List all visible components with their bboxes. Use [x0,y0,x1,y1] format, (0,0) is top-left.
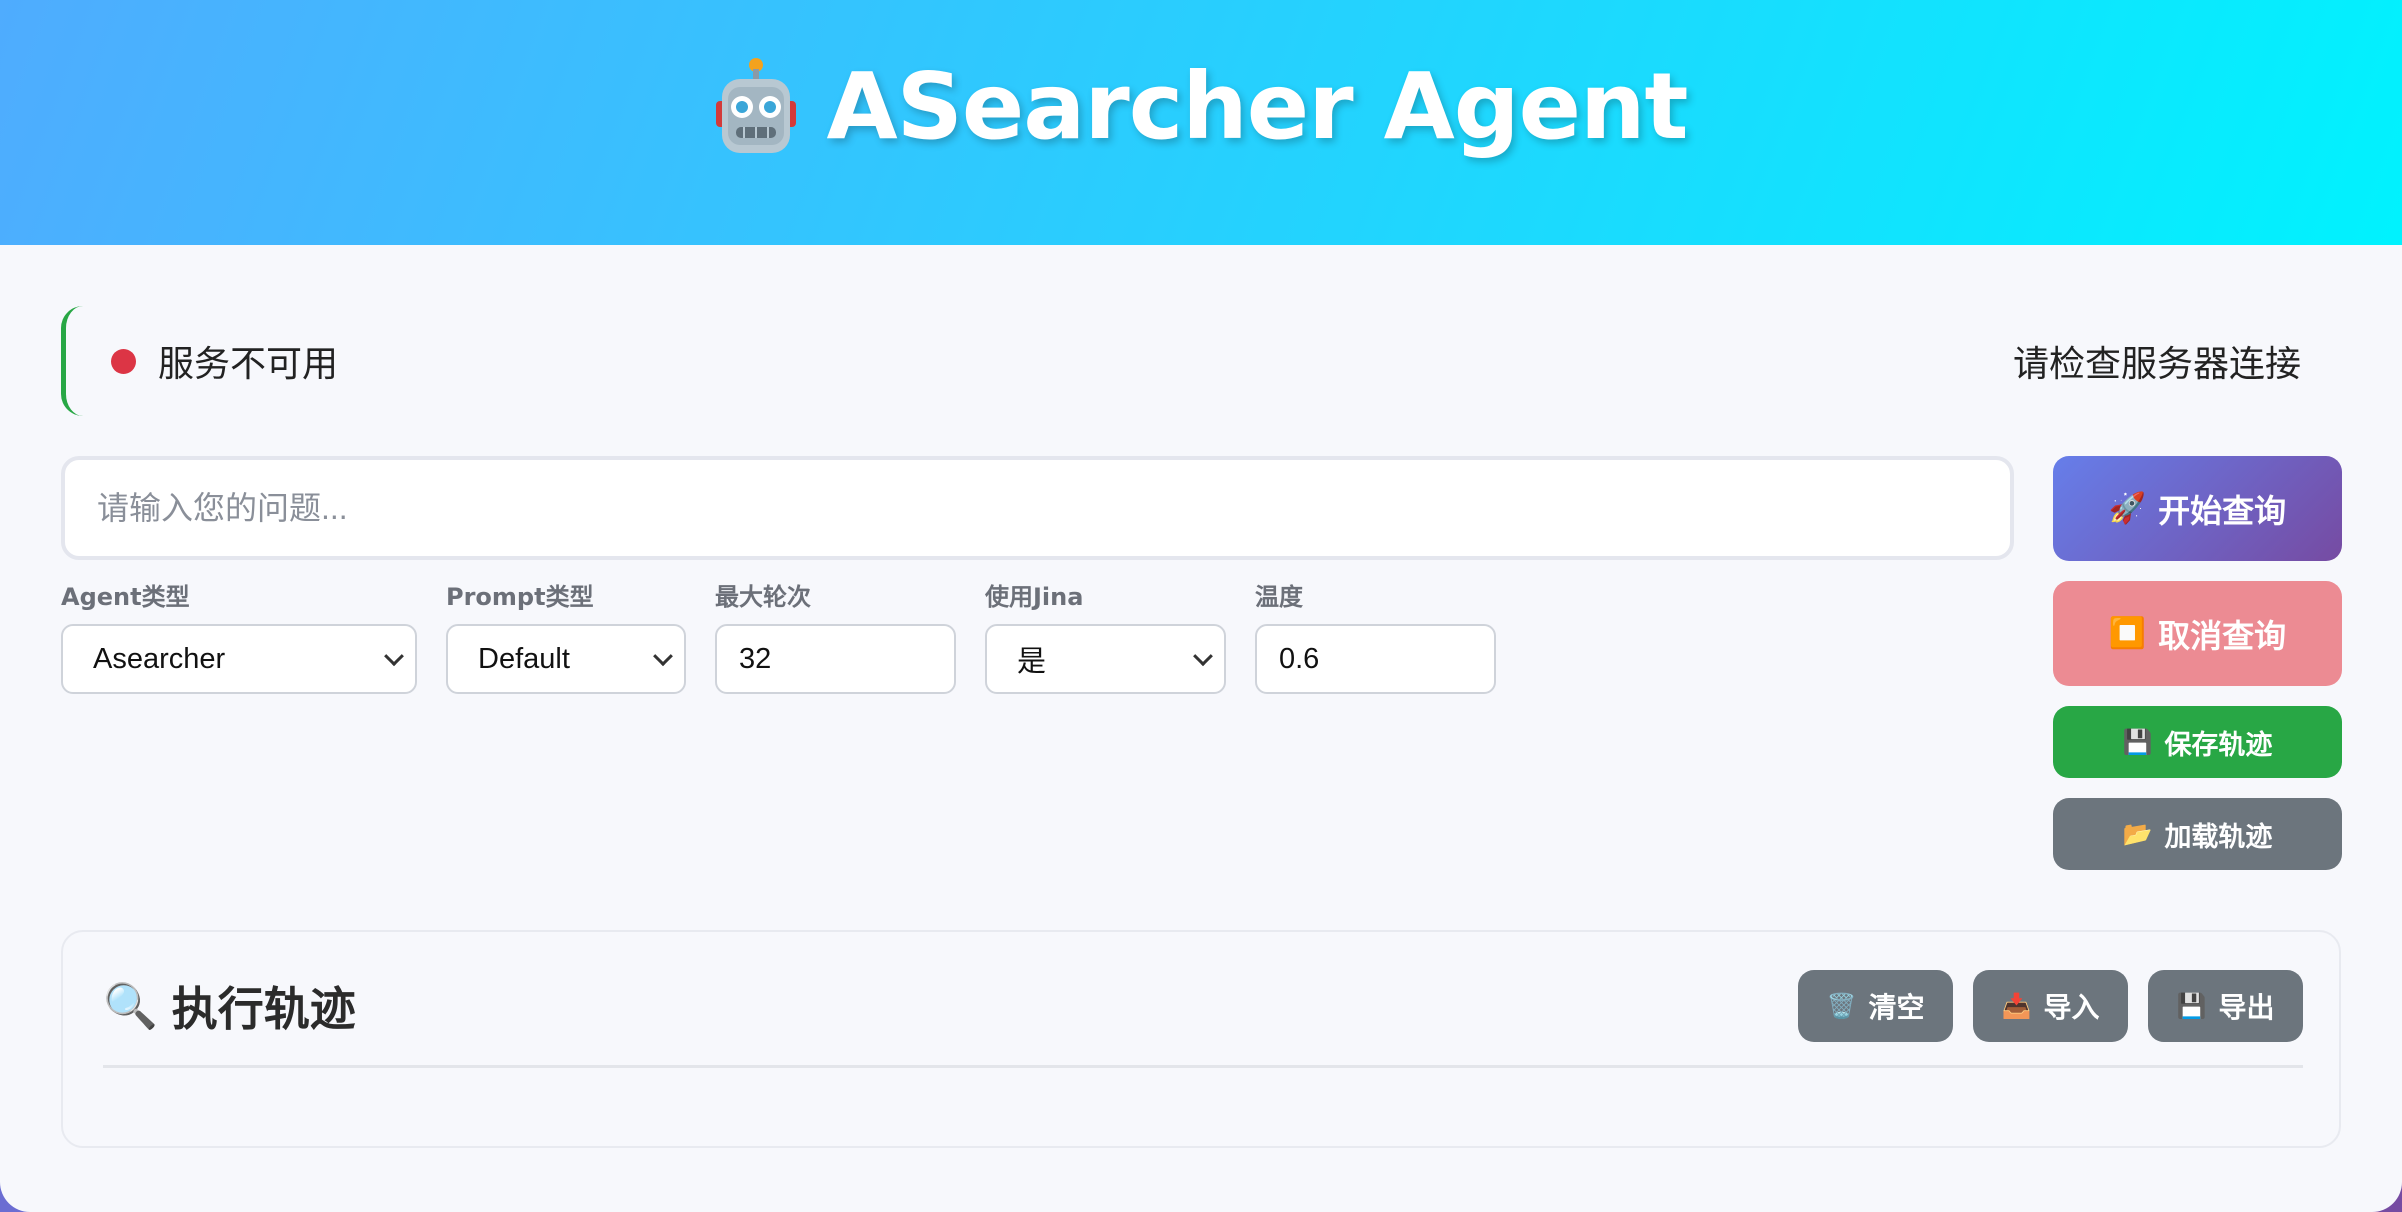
clear-trace-button[interactable]: 🗑️ 清空 [1798,970,1953,1042]
agent-type-label: Agent类型 [61,583,190,611]
status-hint: 请检查服务器连接 [2012,344,2301,385]
robot-icon [716,57,797,153]
trace-actions: 🗑️ 清空 📥 导入 💾 导出 [1798,970,2303,1042]
prompt-type-label: Prompt类型 [446,583,594,611]
header-content: ASearcher Agent [714,53,1689,160]
app-window: ASearcher Agent 服务不可用 请检查服务器连接 Agent类型 A… [0,0,2402,1212]
use-jina-field: 使用Jina 是 [985,580,1226,694]
trace-header: 🔍 执行轨迹 🗑️ 清空 📥 导入 💾 导出 [103,970,2303,1042]
status-left: 服务不可用 [111,335,338,387]
execution-trace-panel: 🔍 执行轨迹 🗑️ 清空 📥 导入 💾 导出 [61,930,2341,1148]
export-trace-button[interactable]: 💾 导出 [2148,970,2303,1042]
load-trace-label: 加载轨迹 [2164,821,2273,853]
export-trace-label: 导出 [2218,991,2275,1024]
service-status-bar: 服务不可用 请检查服务器连接 [61,306,2341,416]
prompt-type-field: Prompt类型 Default [446,580,686,694]
inbox-icon: 📥 [2001,992,2032,1020]
magnifier-icon: 🔍 [103,981,158,1032]
save-trace-button[interactable]: 💾 保存轨迹 [2053,706,2342,778]
use-jina-select[interactable]: 是 [985,624,1226,694]
import-trace-label: 导入 [2043,991,2100,1024]
use-jina-value: 是 [1017,646,1047,678]
agent-type-value: Asearcher [93,642,226,675]
floppy-disk-icon: 💾 [2122,728,2153,756]
rocket-icon: 🚀 [2108,491,2147,526]
chevron-down-icon [384,646,404,667]
cancel-query-label: 取消查询 [2158,616,2287,655]
agent-type-select[interactable]: Asearcher [61,624,417,694]
folder-icon: 📂 [2122,820,2153,848]
max-turns-value: 32 [739,642,772,675]
chevron-down-icon [1193,646,1213,667]
status-text: 服务不可用 [158,344,339,385]
max-turns-label: 最大轮次 [715,583,811,611]
temperature-value: 0.6 [1279,642,1320,675]
prompt-type-value: Default [478,642,570,675]
query-input[interactable] [61,456,2014,560]
app-header: ASearcher Agent [0,0,2402,245]
use-jina-label: 使用Jina [985,583,1084,611]
start-query-button[interactable]: 🚀 开始查询 [2053,456,2342,561]
floppy-disk-icon: 💾 [2176,992,2207,1020]
temperature-input[interactable]: 0.6 [1255,624,1496,694]
agent-type-field: Agent类型 Asearcher [61,580,417,694]
load-trace-button[interactable]: 📂 加载轨迹 [2053,798,2342,870]
start-query-label: 开始查询 [2158,491,2287,530]
trash-icon: 🗑️ [1826,992,1857,1020]
trace-title-wrap: 🔍 执行轨迹 [103,973,356,1039]
clear-trace-label: 清空 [1868,991,1925,1024]
max-turns-field: 最大轮次 32 [715,580,956,694]
max-turns-input[interactable]: 32 [715,624,956,694]
import-trace-button[interactable]: 📥 导入 [1973,970,2128,1042]
save-trace-label: 保存轨迹 [2164,729,2273,761]
temperature-field: 温度 0.6 [1255,580,1496,694]
prompt-type-select[interactable]: Default [446,624,686,694]
trace-title: 执行轨迹 [171,982,356,1036]
stop-icon: ⏹️ [2108,616,2147,651]
status-dot-icon [111,348,136,374]
chevron-down-icon [653,646,673,667]
app-title: ASearcher Agent [826,53,1688,160]
temperature-label: 温度 [1255,583,1303,611]
trace-divider [103,1065,2303,1068]
cancel-query-button[interactable]: ⏹️ 取消查询 [2053,581,2342,686]
